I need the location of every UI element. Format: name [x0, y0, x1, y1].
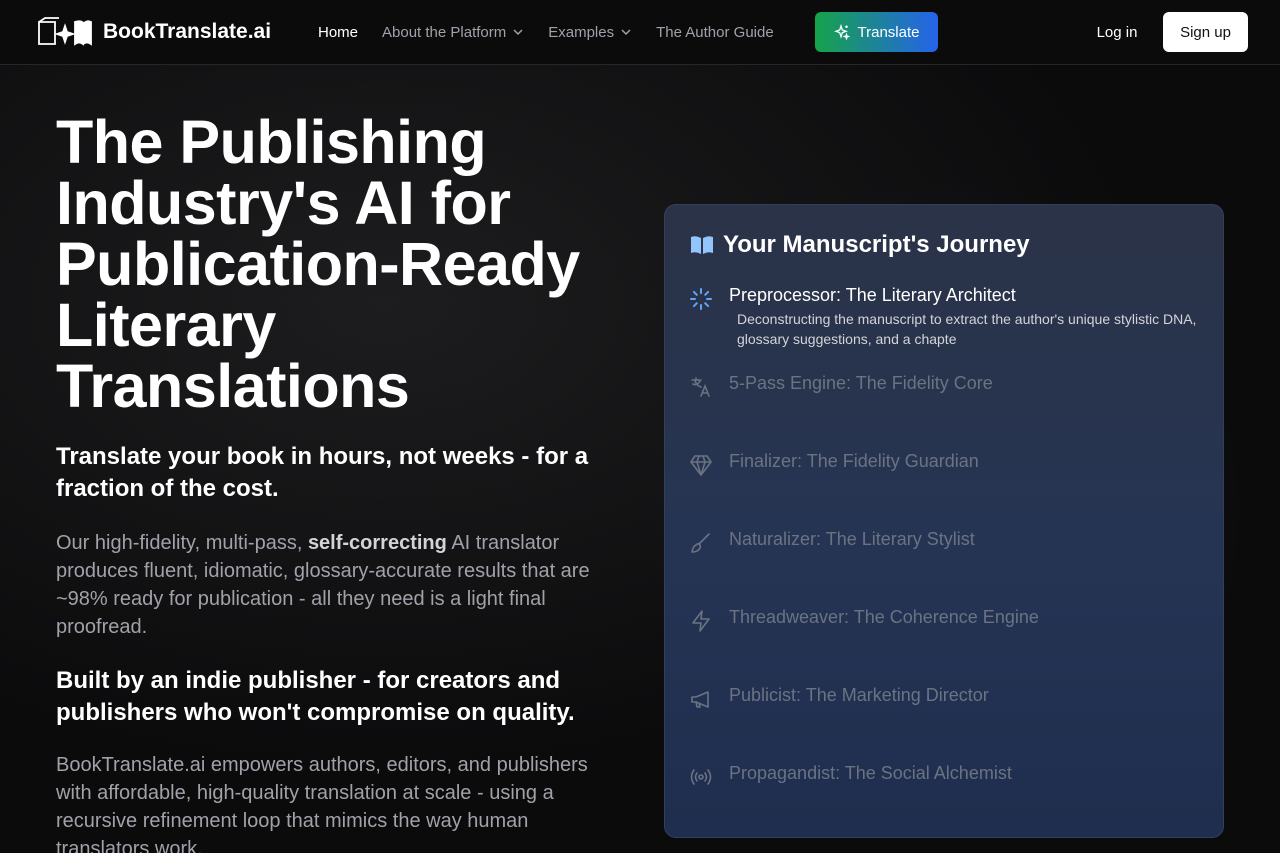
megaphone-icon: [691, 691, 709, 708]
nav-examples-dropdown[interactable]: Examples: [548, 24, 632, 41]
hero-paragraph-start: Our high-fidelity, multi-pass,: [56, 532, 308, 554]
nav-author-guide-link[interactable]: The Author Guide: [656, 24, 774, 41]
journey-step-label: Publicist: The Marketing Director: [729, 685, 989, 705]
book-open-icon: [691, 236, 713, 254]
journey-step-label: Preprocessor: The Literary Architect: [729, 285, 1016, 305]
journey-step-label: Threadweaver: The Coherence Engine: [729, 607, 1039, 627]
brand-name: BookTranslate.ai: [103, 20, 272, 43]
journey-title-text: Your Manuscript's Journey: [723, 231, 1030, 258]
hero-subtitle-secondary: Built by an indie publisher - for creato…: [56, 667, 575, 726]
sparkles-icon: [833, 24, 850, 40]
journey-step-label: 5-Pass Engine: The Fidelity Core: [729, 373, 993, 393]
signup-button[interactable]: Sign up: [1163, 12, 1248, 52]
hero-paragraph: Our high-fidelity, multi-pass, self-corr…: [56, 529, 616, 641]
nav-examples-label: Examples: [548, 23, 615, 41]
book-sparkle-logo-icon: [38, 17, 92, 46]
chevron-down-icon: [621, 29, 631, 36]
loader-icon: [690, 288, 712, 310]
hero-paragraph-emphasis: self-correcting: [307, 532, 447, 554]
journey-step-label: Finalizer: The Fidelity Guardian: [729, 451, 979, 471]
manuscript-journey-card: Your Manuscript's Journey Preprocessor: …: [664, 204, 1224, 838]
brush-icon: [691, 533, 710, 553]
zap-icon: [692, 610, 710, 632]
chevron-down-icon: [513, 29, 523, 36]
journey-title: Your Manuscript's Journey: [689, 231, 1030, 259]
brand-logo-link[interactable]: BookTranslate.ai: [37, 16, 271, 48]
translate-button-label: Translate: [857, 23, 920, 41]
radio-icon: [690, 769, 712, 785]
hero-title: The Publishing Industry's AI for Publica…: [56, 108, 580, 420]
nav-about-label: About the Platform: [382, 23, 507, 41]
top-navbar: BookTranslate.ai Home About the Platform…: [0, 0, 1280, 65]
hero-section: The Publishing Industry's AI for Publica…: [56, 112, 616, 853]
nav-about-dropdown[interactable]: About the Platform: [382, 24, 524, 41]
hero-paragraph-secondary: BookTranslate.ai empowers authors, edito…: [56, 754, 588, 853]
journey-step-label: Propagandist: The Social Alchemist: [729, 763, 1012, 783]
translate-button[interactable]: Translate: [815, 12, 938, 52]
journey-step-label: Naturalizer: The Literary Stylist: [729, 529, 975, 549]
gem-icon: [690, 455, 712, 476]
languages-icon: [691, 377, 710, 397]
journey-step-description: Deconstructing the manuscript to extract…: [737, 311, 1197, 347]
hero-subtitle: Translate your book in hours, not weeks …: [56, 443, 589, 502]
main-nav: Home About the Platform Examples The Aut…: [318, 0, 798, 64]
login-button[interactable]: Log in: [1080, 12, 1154, 52]
nav-home-link[interactable]: Home: [318, 24, 358, 41]
